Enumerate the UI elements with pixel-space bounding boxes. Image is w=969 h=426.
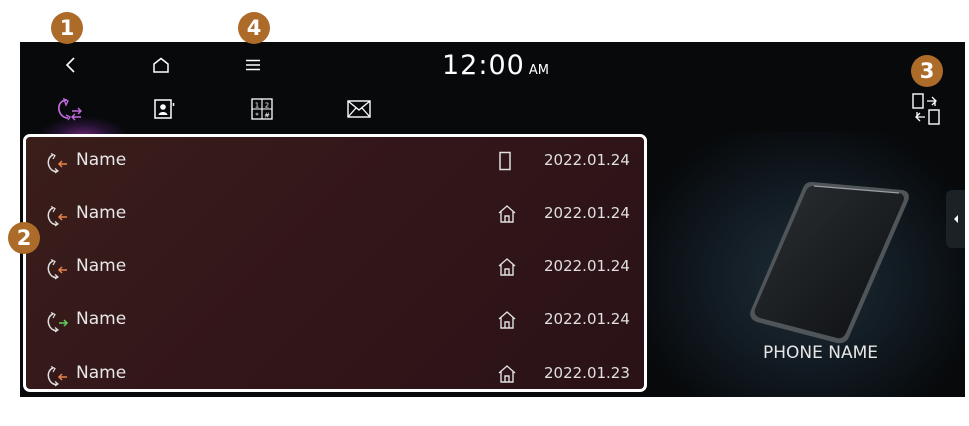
callout-4: 4 xyxy=(238,12,270,44)
clock: 12:00 AM xyxy=(442,50,549,81)
contacts-icon xyxy=(154,99,175,119)
clock-ampm: AM xyxy=(528,63,549,78)
incoming-call-icon xyxy=(47,205,67,227)
home-icon xyxy=(498,258,516,276)
home-icon xyxy=(153,57,169,73)
back-icon xyxy=(65,57,75,73)
phone-image xyxy=(750,182,909,344)
device-panel: PHONE NAME xyxy=(647,132,965,397)
head-unit-screen: 12:00 AM 1 2 * # Name 2022.01.24 Name 20… xyxy=(20,42,965,397)
tab-call-history[interactable] xyxy=(40,86,100,132)
callout-3: 3 xyxy=(911,55,943,87)
list-item[interactable]: Name 2022.01.24 xyxy=(26,137,644,190)
svg-text:1: 1 xyxy=(255,102,259,110)
list-item[interactable]: Name 2022.01.24 xyxy=(26,243,644,296)
home-icon xyxy=(498,365,516,383)
mobile-icon xyxy=(499,151,511,171)
incoming-call-icon xyxy=(47,365,67,387)
list-item[interactable]: Name 2022.01.24 xyxy=(26,190,644,243)
contact-name: Name xyxy=(76,309,127,329)
contact-name: Name xyxy=(76,203,127,223)
switch-device-icon xyxy=(912,93,940,125)
clock-time: 12:00 xyxy=(442,50,525,81)
call-history-list[interactable]: Name 2022.01.24 Name 2022.01.24 Name 202… xyxy=(23,134,647,392)
call-date: 2022.01.24 xyxy=(544,151,630,169)
home-icon xyxy=(498,311,516,329)
list-item[interactable]: Name 2022.01.24 xyxy=(26,296,644,349)
side-panel-handle[interactable] xyxy=(946,190,965,248)
contact-name: Name xyxy=(76,256,127,276)
tab-messages[interactable] xyxy=(329,86,389,132)
tab-bar: 1 2 * # xyxy=(20,86,965,156)
top-bar: 12:00 AM xyxy=(20,42,965,86)
svg-text:*: * xyxy=(255,112,259,120)
incoming-call-icon xyxy=(47,152,67,174)
chevron-left-icon xyxy=(953,215,958,223)
home-button[interactable] xyxy=(144,48,178,82)
call-date: 2022.01.24 xyxy=(544,310,630,328)
call-date: 2022.01.23 xyxy=(544,364,630,382)
incoming-call-icon xyxy=(47,258,67,280)
outgoing-call-icon xyxy=(47,311,69,333)
callout-1: 1 xyxy=(51,12,83,44)
menu-button[interactable] xyxy=(236,48,270,82)
message-icon xyxy=(347,100,371,118)
dial-pad-icon: 1 2 * # xyxy=(251,98,273,120)
menu-icon xyxy=(246,59,260,71)
list-item[interactable]: Name 2022.01.23 xyxy=(26,350,644,389)
call-history-icon xyxy=(57,97,82,121)
tab-dial-pad[interactable]: 1 2 * # xyxy=(232,86,292,132)
back-button[interactable] xyxy=(54,48,88,82)
svg-text:2: 2 xyxy=(265,102,269,110)
contact-name: Name xyxy=(76,150,127,170)
switch-device-button[interactable] xyxy=(896,86,956,132)
home-icon xyxy=(498,205,516,223)
device-name: PHONE NAME xyxy=(763,343,879,363)
call-date: 2022.01.24 xyxy=(544,257,630,275)
contact-name: Name xyxy=(76,363,127,383)
callout-2: 2 xyxy=(8,222,40,254)
tab-contacts[interactable] xyxy=(134,86,194,132)
call-date: 2022.01.24 xyxy=(544,204,630,222)
svg-text:#: # xyxy=(264,112,270,120)
